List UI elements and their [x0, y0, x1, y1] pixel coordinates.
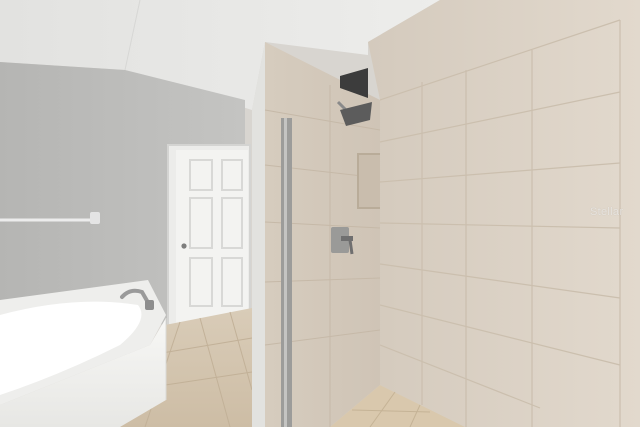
photo-illustration: [0, 0, 640, 427]
door-knob-icon: [181, 243, 187, 249]
shower-niche: [357, 153, 382, 209]
watermark-text: Stellar: [590, 206, 624, 218]
bathtub: [0, 280, 167, 427]
bathroom-photo: Stellar: [0, 0, 640, 427]
